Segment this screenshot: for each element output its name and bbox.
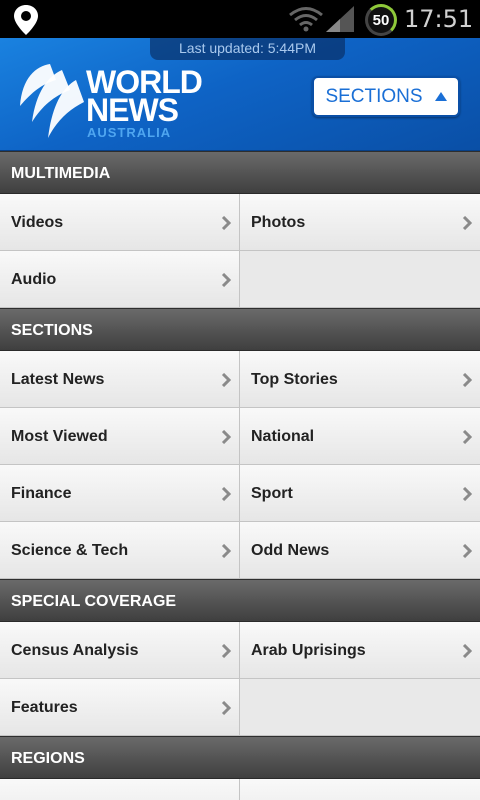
chevron-right-icon: [462, 373, 472, 387]
status-bar: 50 17:51: [0, 0, 480, 38]
chevron-right-icon: [462, 487, 472, 501]
menu-item-label: Videos: [11, 214, 64, 231]
chevron-right-icon: [462, 430, 472, 444]
app-header: Last updated: 5:44PM WORLD NEWS AUSTRALI…: [0, 38, 480, 151]
battery-indicator: 50: [365, 4, 397, 36]
last-updated-label: Last updated: 5:44PM: [150, 38, 345, 60]
menu-item-most-viewed[interactable]: Most Viewed: [0, 408, 240, 465]
menu-item-latest-news[interactable]: Latest News: [0, 351, 240, 408]
logo-text-australia: AUSTRALIA: [87, 125, 172, 140]
menu-item-label: Top Stories: [251, 371, 338, 388]
menu-item-label: Audio: [11, 271, 57, 288]
chevron-right-icon: [221, 430, 231, 444]
menu-item-label: Census Analysis: [11, 642, 139, 659]
chevron-right-icon: [221, 701, 231, 715]
menu-item-label: Science & Tech: [11, 542, 129, 559]
menu-item-audio[interactable]: Audio: [0, 251, 240, 308]
menu-item-label: Features: [11, 699, 78, 716]
grid-regions: [0, 779, 480, 800]
menu-item-region[interactable]: [240, 779, 480, 800]
caret-up-icon: [434, 92, 447, 101]
section-header-regions: REGIONS: [0, 736, 480, 779]
grid-sections: Latest News Top Stories Most Viewed Nati…: [0, 351, 480, 579]
menu-item-videos[interactable]: Videos: [0, 194, 240, 251]
menu-item-features[interactable]: Features: [0, 679, 240, 736]
chevron-right-icon: [221, 373, 231, 387]
wifi-icon: [289, 7, 323, 32]
chevron-right-icon: [221, 487, 231, 501]
grid-special-coverage: Census Analysis Arab Uprisings Features: [0, 622, 480, 736]
menu-item-census-analysis[interactable]: Census Analysis: [0, 622, 240, 679]
menu-item-top-stories[interactable]: Top Stories: [240, 351, 480, 408]
status-time: 17:51: [404, 5, 474, 33]
chevron-right-icon: [221, 273, 231, 287]
chevron-right-icon: [462, 644, 472, 658]
logo-text-news: NEWS: [86, 92, 179, 128]
chevron-right-icon: [221, 644, 231, 658]
section-header-multimedia: MULTIMEDIA: [0, 151, 480, 194]
section-header-sections: SECTIONS: [0, 308, 480, 351]
content: MULTIMEDIA Videos Photos Audio SECTIONS …: [0, 151, 480, 800]
menu-item-label: Photos: [251, 214, 306, 231]
section-header-special-coverage: SPECIAL COVERAGE: [0, 579, 480, 622]
menu-item-label: National: [251, 428, 315, 445]
menu-item-odd-news[interactable]: Odd News: [240, 522, 480, 579]
sections-button[interactable]: SECTIONS: [312, 76, 460, 117]
chevron-right-icon: [462, 544, 472, 558]
empty-cell: [240, 251, 480, 308]
menu-item-label: Finance: [11, 485, 72, 502]
menu-item-label: Most Viewed: [11, 428, 108, 445]
empty-cell: [240, 679, 480, 736]
chevron-right-icon: [221, 216, 231, 230]
menu-item-sport[interactable]: Sport: [240, 465, 480, 522]
menu-item-finance[interactable]: Finance: [0, 465, 240, 522]
signal-icon: [326, 6, 354, 32]
menu-item-label: Latest News: [11, 371, 105, 388]
sections-button-label: SECTIONS: [325, 85, 423, 107]
grid-multimedia: Videos Photos Audio: [0, 194, 480, 308]
menu-item-label: Odd News: [251, 542, 330, 559]
chevron-right-icon: [462, 216, 472, 230]
menu-item-label: Sport: [251, 485, 293, 502]
menu-item-label: Arab Uprisings: [251, 642, 366, 659]
sbs-logo-icon: [20, 64, 84, 138]
menu-item-photos[interactable]: Photos: [240, 194, 480, 251]
menu-item-arab-uprisings[interactable]: Arab Uprisings: [240, 622, 480, 679]
menu-item-science-tech[interactable]: Science & Tech: [0, 522, 240, 579]
menu-item-region[interactable]: [0, 779, 240, 800]
location-pin-icon: [14, 5, 38, 35]
chevron-right-icon: [221, 544, 231, 558]
menu-item-national[interactable]: National: [240, 408, 480, 465]
